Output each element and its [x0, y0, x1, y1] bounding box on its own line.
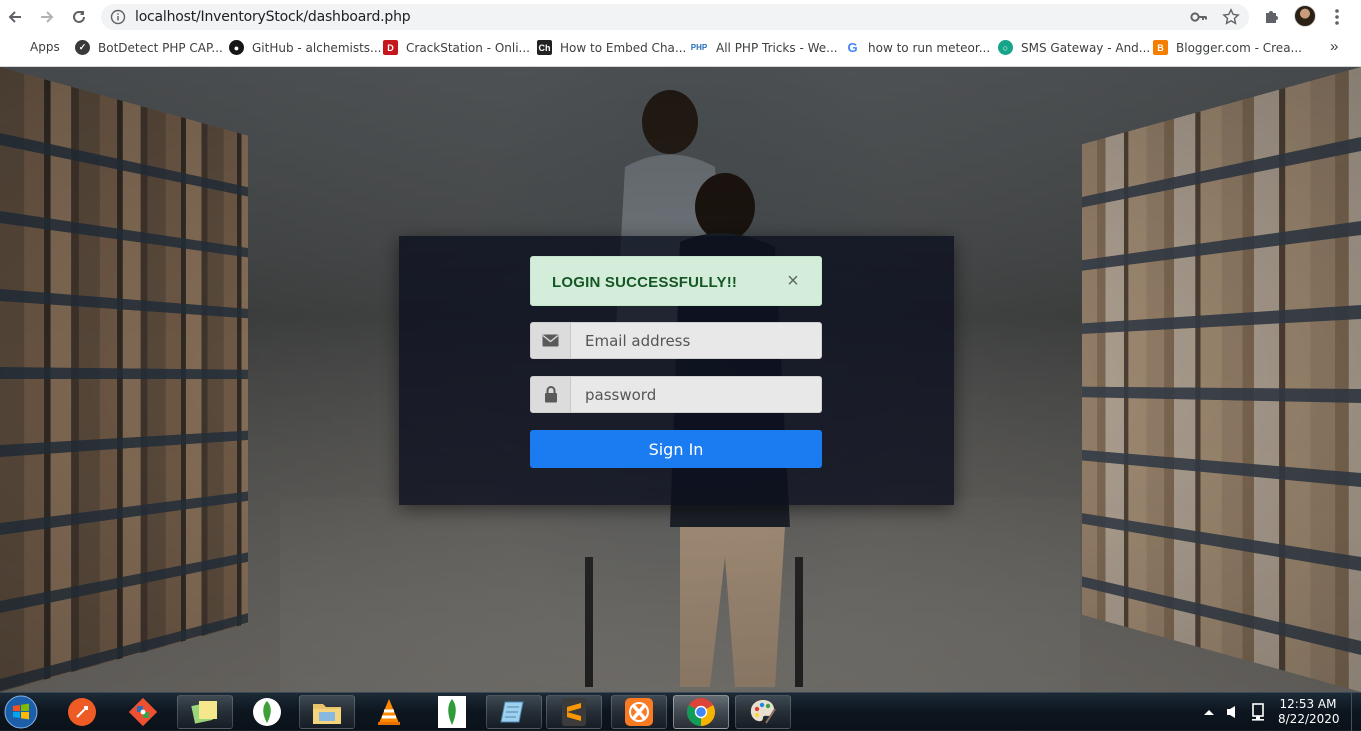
notepad-icon [500, 701, 524, 723]
mongodb-icon [253, 698, 281, 726]
arrow-left-icon [8, 11, 21, 23]
bookmark-label: BotDetect PHP CAP... [98, 40, 223, 55]
bookmark-label: GitHub - alchemists... [252, 40, 382, 55]
bookmark-label: how to run meteor... [868, 40, 991, 55]
postman-icon [68, 698, 96, 726]
bookmark-blogger[interactable]: B Blogger.com - Crea... [1153, 40, 1302, 55]
alert-close-button[interactable]: × [783, 271, 803, 291]
arrow-right-icon [41, 11, 54, 23]
bookmark-label: All PHP Tricks - We... [716, 40, 838, 55]
extensions-puzzle-icon[interactable] [1264, 8, 1281, 25]
bookmark-apps[interactable]: Apps [8, 40, 60, 54]
forward-button[interactable] [35, 5, 59, 29]
sms-gateway-icon: ○ [998, 40, 1013, 55]
sublime-text-icon [562, 698, 586, 726]
notepad-app[interactable] [486, 695, 542, 729]
password-input[interactable] [572, 377, 821, 412]
sticky-notes-icon [191, 701, 217, 724]
bookmark-label: CrackStation - Onli... [406, 40, 530, 55]
bookmark-sms-gateway[interactable]: ○ SMS Gateway - And... [998, 40, 1150, 55]
git-icon [128, 697, 158, 727]
folder-icon [313, 704, 341, 724]
alert-message: LOGIN SUCCESSFULLY!! [552, 274, 738, 291]
address-bar[interactable]: localhost/InventoryStock/dashboard.php [101, 4, 1249, 30]
xampp-app[interactable] [611, 695, 667, 729]
mongodb-app[interactable] [239, 695, 295, 729]
password-addon [531, 377, 571, 412]
email-input[interactable] [572, 323, 821, 358]
postman-app[interactable] [54, 695, 110, 729]
reload-button[interactable] [67, 5, 91, 29]
url-text[interactable]: localhost/InventoryStock/dashboard.php [135, 9, 411, 25]
login-panel: LOGIN SUCCESSFULLY!! × Sign In [399, 236, 954, 505]
blogger-icon: B [1153, 40, 1168, 55]
back-button[interactable] [3, 5, 27, 29]
vlc-cone-icon [378, 699, 400, 725]
email-field [530, 322, 822, 359]
bookmark-label: Apps [30, 40, 60, 54]
browser-toolbar: localhost/InventoryStock/dashboard.php [0, 0, 1361, 34]
paint-app[interactable] [735, 695, 791, 729]
php-icon: PHP [690, 43, 708, 52]
vlc-app[interactable] [361, 695, 417, 729]
email-addon [531, 323, 571, 358]
sign-in-button[interactable]: Sign In [530, 430, 822, 468]
bookmark-php-tricks[interactable]: PHP All PHP Tricks - We... [690, 40, 838, 55]
bookmark-crackstation[interactable]: D CrackStation - Onli... [383, 40, 530, 55]
bookmark-label: SMS Gateway - And... [1021, 40, 1151, 55]
windows-taskbar: 12:53 AM 8/22/2020 [0, 692, 1361, 731]
mongodb-compass-app[interactable] [424, 695, 480, 729]
browser-chrome: localhost/InventoryStock/dashboard.php A… [0, 0, 1361, 67]
bookmark-label: How to Embed Cha... [560, 40, 687, 55]
start-button[interactable] [1, 694, 41, 730]
git-app[interactable] [115, 695, 171, 729]
lock-icon [544, 386, 557, 403]
bookmark-botdetect[interactable]: ✓ BotDetect PHP CAP... [75, 40, 223, 55]
show-desktop-button[interactable] [1351, 693, 1361, 731]
file-explorer-app[interactable] [299, 695, 355, 729]
password-field [530, 376, 822, 413]
bookmarks-overflow-button[interactable]: » [1330, 38, 1338, 55]
clock-time: 12:53 AM [1279, 697, 1337, 711]
bookmark-star-icon[interactable] [1222, 8, 1240, 26]
google-icon: G [847, 40, 858, 55]
key-icon[interactable] [1190, 10, 1208, 24]
tray-overflow-icon[interactable] [1203, 708, 1215, 716]
volume-icon[interactable] [1226, 705, 1242, 719]
bookmark-embed-chart[interactable]: Ch How to Embed Cha... [537, 40, 686, 55]
network-icon[interactable] [1250, 703, 1266, 721]
bookmark-github[interactable]: ● GitHub - alchemists... [229, 40, 382, 55]
info-icon[interactable] [110, 9, 126, 25]
reload-icon [73, 10, 85, 23]
bookmarks-bar: Apps ✓ BotDetect PHP CAP... ● GitHub - a… [0, 34, 1361, 61]
bookmark-meteor[interactable]: G how to run meteor... [845, 40, 990, 55]
profile-avatar[interactable] [1294, 5, 1316, 27]
envelope-icon [542, 334, 559, 347]
xampp-icon [625, 698, 653, 726]
chartjs-icon: Ch [537, 40, 552, 55]
clock-date: 8/22/2020 [1278, 712, 1340, 726]
windows-orb-icon [4, 695, 38, 729]
menu-kebab-icon[interactable] [1331, 8, 1343, 26]
sticky-notes-app[interactable] [177, 695, 233, 729]
github-icon: ● [229, 40, 244, 55]
success-alert: LOGIN SUCCESSFULLY!! × [530, 256, 822, 306]
mongodb-leaf-icon [438, 696, 466, 728]
bookmark-label: Blogger.com - Crea... [1176, 40, 1302, 55]
paint-palette-icon [750, 700, 776, 724]
system-clock[interactable]: 12:53 AM 8/22/2020 [1278, 697, 1340, 727]
chrome-icon [687, 698, 715, 726]
sublime-text-app[interactable] [546, 695, 602, 729]
crackstation-icon: D [383, 40, 398, 55]
botdetect-icon: ✓ [75, 40, 90, 55]
apps-grid-icon [8, 40, 22, 54]
chrome-app[interactable] [673, 695, 729, 729]
